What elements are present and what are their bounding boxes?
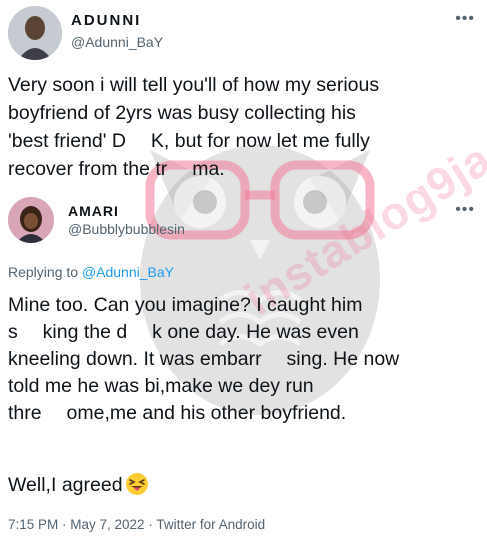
replying-to-line: Replying to @Adunni_BaY: [8, 264, 174, 280]
reply-text: Mine too. Can you imagine? I caught him …: [8, 292, 478, 427]
reply-closing-line: Well,I agreed: [8, 472, 149, 499]
replying-mention-link[interactable]: @Adunni_BaY: [82, 264, 174, 280]
tweet-text: Very soon i will tell you'll of how my s…: [8, 71, 478, 183]
avatar-image: [8, 6, 62, 60]
reply-line: s king the d k one day. He was even: [8, 321, 359, 343]
reply-author-name[interactable]: AMARI: [68, 203, 119, 219]
reply-avatar-image: [8, 197, 54, 243]
author-name[interactable]: ADUNNI: [71, 12, 141, 29]
reply-line: told me he was bi,make we dey run: [8, 375, 314, 397]
reply-closing-text: Well,I agreed: [8, 474, 123, 496]
avatar[interactable]: [8, 6, 62, 60]
tweet-line: 'best friend' D K, but for now let me fu…: [8, 130, 370, 152]
replying-prefix: Replying to: [8, 264, 79, 280]
more-options-icon[interactable]: •••: [455, 10, 475, 28]
reply-avatar[interactable]: [8, 197, 54, 243]
author-handle[interactable]: @Adunni_BaY: [71, 34, 163, 50]
squinting-tongue-emoji-icon: [125, 473, 148, 495]
reply-author-handle[interactable]: @Bubblybubblesin: [68, 221, 185, 237]
tweet-header: ADUNNI @Adunni_BaY •••: [8, 6, 479, 60]
tweet-line: Very soon i will tell you'll of how my s…: [8, 74, 380, 96]
reply-more-options-icon[interactable]: •••: [455, 201, 475, 219]
tweet-timestamp[interactable]: 7:15 PM · May 7, 2022 · Twitter for Andr…: [8, 517, 265, 532]
tweet-line: recover from the tr ma.: [8, 158, 225, 180]
reply-header: AMARI @Bubblybubblesin •••: [8, 197, 479, 251]
reply-line: Mine too. Can you imagine? I caught him: [8, 294, 363, 316]
tweet-line: boyfriend of 2yrs was busy collecting hi…: [8, 102, 356, 124]
reply-line: kneeling down. It was embarr sing. He no…: [8, 348, 400, 370]
reply-line: thre ome,me and his other boyfriend.: [8, 402, 347, 424]
